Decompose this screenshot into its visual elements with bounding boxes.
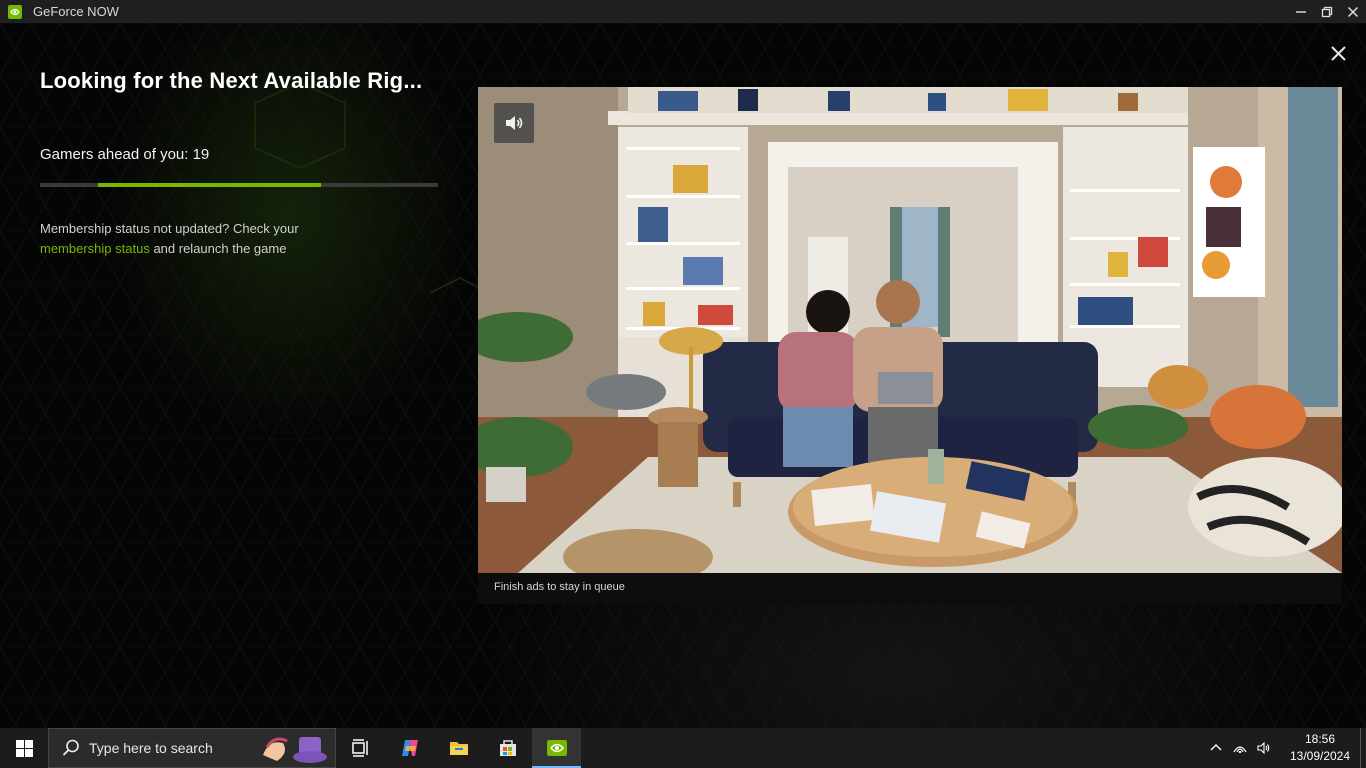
mute-button[interactable] bbox=[494, 103, 534, 143]
windows-logo-icon bbox=[15, 739, 33, 757]
clock-time: 18:56 bbox=[1304, 732, 1336, 746]
microsoft-store-icon bbox=[499, 740, 516, 756]
gamers-ahead-count: Gamers ahead of you: 19 bbox=[40, 146, 210, 163]
file-explorer-button[interactable] bbox=[434, 728, 483, 768]
window-title: GeForce NOW bbox=[33, 4, 119, 19]
membership-status-link[interactable]: membership status bbox=[40, 241, 150, 256]
queue-screen: Looking for the Next Available Rig... Ga… bbox=[0, 23, 1366, 728]
close-queue-button[interactable] bbox=[1326, 41, 1350, 65]
membership-text-2: and relaunch the game bbox=[149, 241, 287, 256]
taskbar: Type here to search 18:56 13/09/2024 bbox=[0, 728, 1366, 768]
geforce-now-taskbar-button[interactable] bbox=[532, 728, 581, 768]
file-explorer-icon bbox=[449, 742, 468, 755]
task-view-icon bbox=[351, 739, 368, 757]
close-icon bbox=[1347, 6, 1359, 17]
minimize-icon bbox=[1296, 10, 1306, 13]
taskbar-clock[interactable]: 18:56 13/09/2024 bbox=[1280, 731, 1360, 765]
queue-progress-bar bbox=[40, 183, 438, 187]
search-highlight-icon bbox=[263, 737, 327, 763]
ad-caption: Finish ads to stay in queue bbox=[494, 581, 625, 593]
show-desktop-button[interactable] bbox=[1360, 728, 1366, 768]
show-hidden-icons-button[interactable] bbox=[1204, 728, 1228, 768]
geforce-now-icon bbox=[546, 740, 567, 756]
minimize-button[interactable] bbox=[1288, 0, 1314, 23]
clock-date: 13/09/2024 bbox=[1289, 749, 1351, 763]
copilot-button[interactable] bbox=[385, 728, 434, 768]
volume-icon bbox=[1257, 741, 1270, 755]
copilot-icon bbox=[401, 740, 418, 756]
volume-button[interactable] bbox=[1252, 728, 1276, 768]
close-icon bbox=[1330, 45, 1346, 61]
taskbar-search-box[interactable]: Type here to search bbox=[48, 728, 336, 768]
search-placeholder: Type here to search bbox=[89, 740, 213, 756]
network-icon bbox=[1233, 746, 1247, 754]
system-tray: 18:56 13/09/2024 bbox=[1204, 728, 1366, 768]
queue-title: Looking for the Next Available Rig... bbox=[40, 68, 423, 93]
chevron-up-icon bbox=[1210, 744, 1222, 751]
membership-text: Membership status not updated? Check you… bbox=[40, 221, 299, 236]
window-close-button[interactable] bbox=[1340, 0, 1366, 23]
search-icon bbox=[62, 739, 79, 756]
speaker-icon bbox=[506, 116, 523, 130]
restore-icon bbox=[1321, 6, 1333, 17]
geforce-now-logo-icon bbox=[8, 4, 22, 19]
network-button[interactable] bbox=[1228, 728, 1252, 768]
start-button[interactable] bbox=[0, 728, 48, 768]
ad-video-frame bbox=[478, 87, 1342, 573]
membership-notice: Membership status not updated? Check you… bbox=[40, 219, 370, 259]
restore-button[interactable] bbox=[1314, 0, 1340, 23]
ad-panel: Finish ads to stay in queue bbox=[478, 87, 1342, 604]
queue-progress-fill bbox=[98, 183, 321, 187]
ad-video[interactable] bbox=[478, 87, 1342, 573]
microsoft-store-button[interactable] bbox=[483, 728, 532, 768]
window-titlebar: GeForce NOW bbox=[0, 0, 1366, 23]
task-view-button[interactable] bbox=[336, 728, 385, 768]
